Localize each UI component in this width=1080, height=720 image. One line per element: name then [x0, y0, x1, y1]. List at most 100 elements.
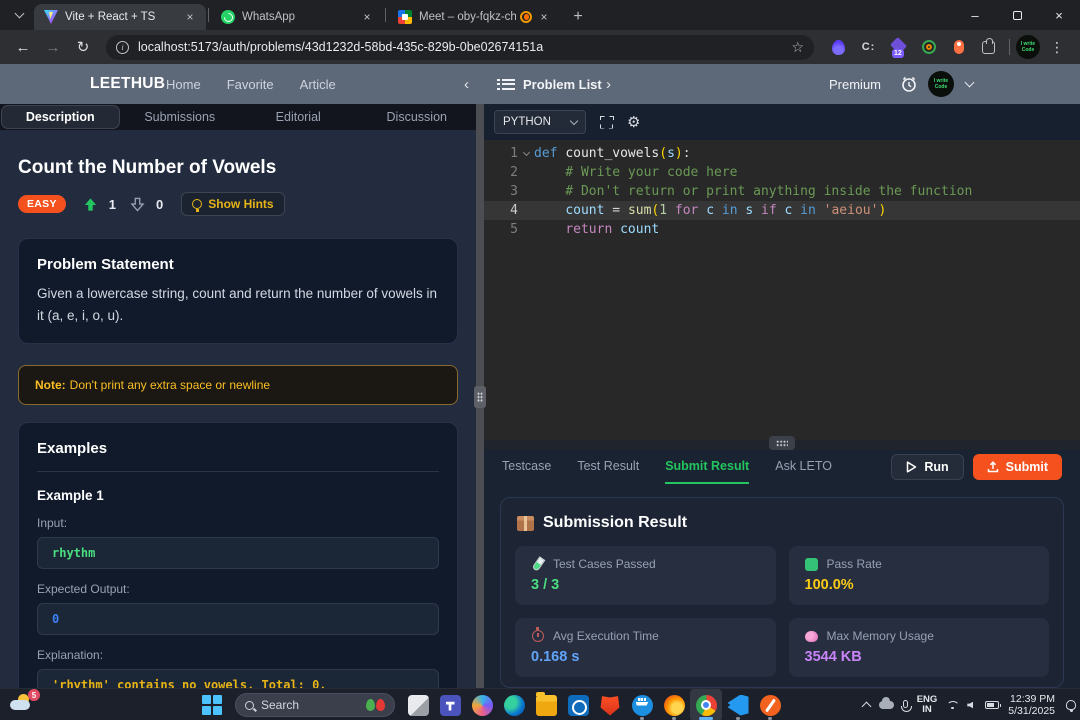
- wifi-icon[interactable]: [946, 701, 958, 710]
- problem-panel: DescriptionSubmissionsEditorialDiscussio…: [0, 104, 476, 688]
- orange-pill-extension-icon[interactable]: [950, 39, 967, 56]
- taskbar-app-explorer[interactable]: [530, 689, 562, 720]
- tray-overflow-button[interactable]: [863, 700, 870, 710]
- taskbar-app-brave[interactable]: [594, 689, 626, 720]
- taskbar-app-teams[interactable]: [434, 689, 466, 720]
- downvote-count: 0: [156, 197, 163, 212]
- browser-profile-avatar[interactable]: I write Code: [1016, 35, 1040, 59]
- submit-button[interactable]: Submit: [973, 454, 1062, 480]
- timer-icon[interactable]: [900, 64, 918, 104]
- editor-settings-button[interactable]: ⚙: [627, 113, 640, 131]
- taskbar-app-docker[interactable]: [626, 689, 658, 720]
- taskbar-app-pen[interactable]: [754, 689, 786, 720]
- resize-grip[interactable]: [769, 436, 795, 450]
- code-line[interactable]: 5 return count: [484, 220, 1080, 239]
- maximize-button[interactable]: [996, 0, 1038, 30]
- extensions-puzzle-icon[interactable]: [980, 39, 997, 56]
- resize-grip[interactable]: [474, 386, 486, 408]
- tab-close-button[interactable]: ×: [536, 9, 552, 25]
- profile-chevron[interactable]: [966, 64, 973, 104]
- collapse-chevron[interactable]: ‹: [464, 64, 469, 104]
- onedrive-icon[interactable]: [879, 701, 894, 709]
- tab-discussion[interactable]: Discussion: [358, 104, 477, 130]
- panel-resize-divider[interactable]: [476, 104, 484, 688]
- close-button[interactable]: ×: [1038, 0, 1080, 30]
- back-button[interactable]: ←: [10, 34, 36, 60]
- tab-close-button[interactable]: ×: [182, 9, 198, 25]
- tab-submit-result[interactable]: Submit Result: [665, 450, 749, 484]
- c-colon-extension-icon[interactable]: C:: [860, 39, 877, 56]
- taskbar-app-chrome[interactable]: [690, 689, 722, 720]
- result-tabs: Testcase Test Result Submit Result Ask LETO: [502, 450, 832, 484]
- tab-ask-leto[interactable]: Ask LETO: [775, 450, 832, 484]
- site-info-icon[interactable]: i: [116, 41, 129, 54]
- fold-column: [518, 144, 534, 163]
- taskbar-app-vscode[interactable]: [722, 689, 754, 720]
- clock[interactable]: 12:39 PM 5/31/2025: [1008, 693, 1055, 717]
- address-bar[interactable]: i localhost:5173/auth/problems/43d1232d-…: [106, 35, 814, 60]
- downvote-button[interactable]: [130, 197, 145, 212]
- tab-title: WhatsApp: [242, 11, 359, 23]
- tab-editorial[interactable]: Editorial: [239, 104, 358, 130]
- brand-logo[interactable]: LEETHUB: [90, 64, 165, 104]
- language-indicator[interactable]: ENG IN: [917, 695, 938, 715]
- radar-extension-icon[interactable]: [920, 39, 937, 56]
- code-line[interactable]: 4 count = sum(1 for c in s if c in 'aeio…: [484, 201, 1080, 220]
- tab-test-result[interactable]: Test Result: [577, 450, 639, 484]
- red-parrot-icon: [376, 699, 385, 711]
- forward-button[interactable]: →: [40, 34, 66, 60]
- upvote-button[interactable]: [83, 197, 98, 212]
- editor-panel: PYTHON ⚙ 1def count_vowels(s):2 # Write …: [484, 104, 1080, 688]
- bookmark-star-icon[interactable]: ☆: [791, 39, 804, 56]
- problem-list-button[interactable]: Problem List: [497, 64, 602, 104]
- new-tab-button[interactable]: +: [566, 5, 590, 29]
- volume-icon[interactable]: [967, 702, 976, 709]
- language-select[interactable]: PYTHON: [494, 110, 586, 134]
- nav-item-favorite[interactable]: Favorite: [227, 77, 274, 92]
- browser-menu-button[interactable]: ⋮: [1044, 39, 1070, 56]
- next-problem-chevron[interactable]: ›: [606, 64, 611, 104]
- notification-bell-icon[interactable]: [1064, 700, 1076, 710]
- taskbar-app-firefox[interactable]: [658, 689, 690, 720]
- microphone-icon[interactable]: [903, 700, 908, 711]
- code-line[interactable]: 3 # Don't return or print anything insid…: [484, 182, 1080, 201]
- running-indicator: [768, 717, 772, 720]
- fold-chevron-icon[interactable]: [522, 149, 529, 156]
- tab-description[interactable]: Description: [1, 105, 120, 129]
- reload-button[interactable]: ↻: [70, 34, 96, 60]
- fullscreen-button[interactable]: [600, 116, 613, 129]
- nav-item-article[interactable]: Article: [300, 77, 336, 92]
- premium-link[interactable]: Premium: [829, 64, 881, 104]
- run-button[interactable]: Run: [891, 454, 963, 480]
- show-hints-button[interactable]: Show Hints: [181, 192, 284, 216]
- tab-close-button[interactable]: ×: [359, 9, 375, 25]
- taskbar-app-taskview[interactable]: [402, 689, 434, 720]
- tab-submissions[interactable]: Submissions: [121, 104, 240, 130]
- submit-label: Submit: [1006, 460, 1048, 474]
- start-button[interactable]: [196, 689, 228, 720]
- site-header: LEETHUB Home Favorite Article ‹ Problem Li…: [0, 64, 1080, 104]
- browser-toolbar: ← → ↻ i localhost:5173/auth/problems/43d…: [0, 30, 1080, 64]
- tab-search-button[interactable]: [8, 4, 30, 26]
- taskbar-app-edge[interactable]: [498, 689, 530, 720]
- purple-badge-extension-icon[interactable]: 12: [890, 39, 907, 56]
- taskbar-app-copilot[interactable]: [466, 689, 498, 720]
- widgets-weather-button[interactable]: 5: [8, 692, 38, 718]
- user-avatar[interactable]: I write Code: [928, 71, 954, 97]
- browser-tab[interactable]: Vite + React + TS×: [34, 4, 206, 30]
- browser-tab[interactable]: WhatsApp×: [211, 4, 383, 30]
- url-text[interactable]: localhost:5173/auth/problems/43d1232d-58…: [138, 40, 791, 54]
- battery-icon[interactable]: [985, 701, 999, 709]
- tab-testcase[interactable]: Testcase: [502, 450, 551, 484]
- taskbar-search[interactable]: Search: [235, 693, 395, 717]
- horizontal-resize-divider[interactable]: [484, 440, 1080, 450]
- minimize-button[interactable]: –: [954, 0, 996, 30]
- browser-tab[interactable]: Meet – oby-fqkz-chv×: [388, 4, 560, 30]
- code-editor[interactable]: 1def count_vowels(s):2 # Write your code…: [484, 140, 1080, 440]
- taskbar-app-outlook[interactable]: [562, 689, 594, 720]
- submission-result-title: Submission Result: [543, 514, 687, 532]
- nav-item-home[interactable]: Home: [166, 77, 201, 92]
- code-line[interactable]: 2 # Write your code here: [484, 163, 1080, 182]
- flame-extension-icon[interactable]: [830, 39, 847, 56]
- code-line[interactable]: 1def count_vowels(s):: [484, 144, 1080, 163]
